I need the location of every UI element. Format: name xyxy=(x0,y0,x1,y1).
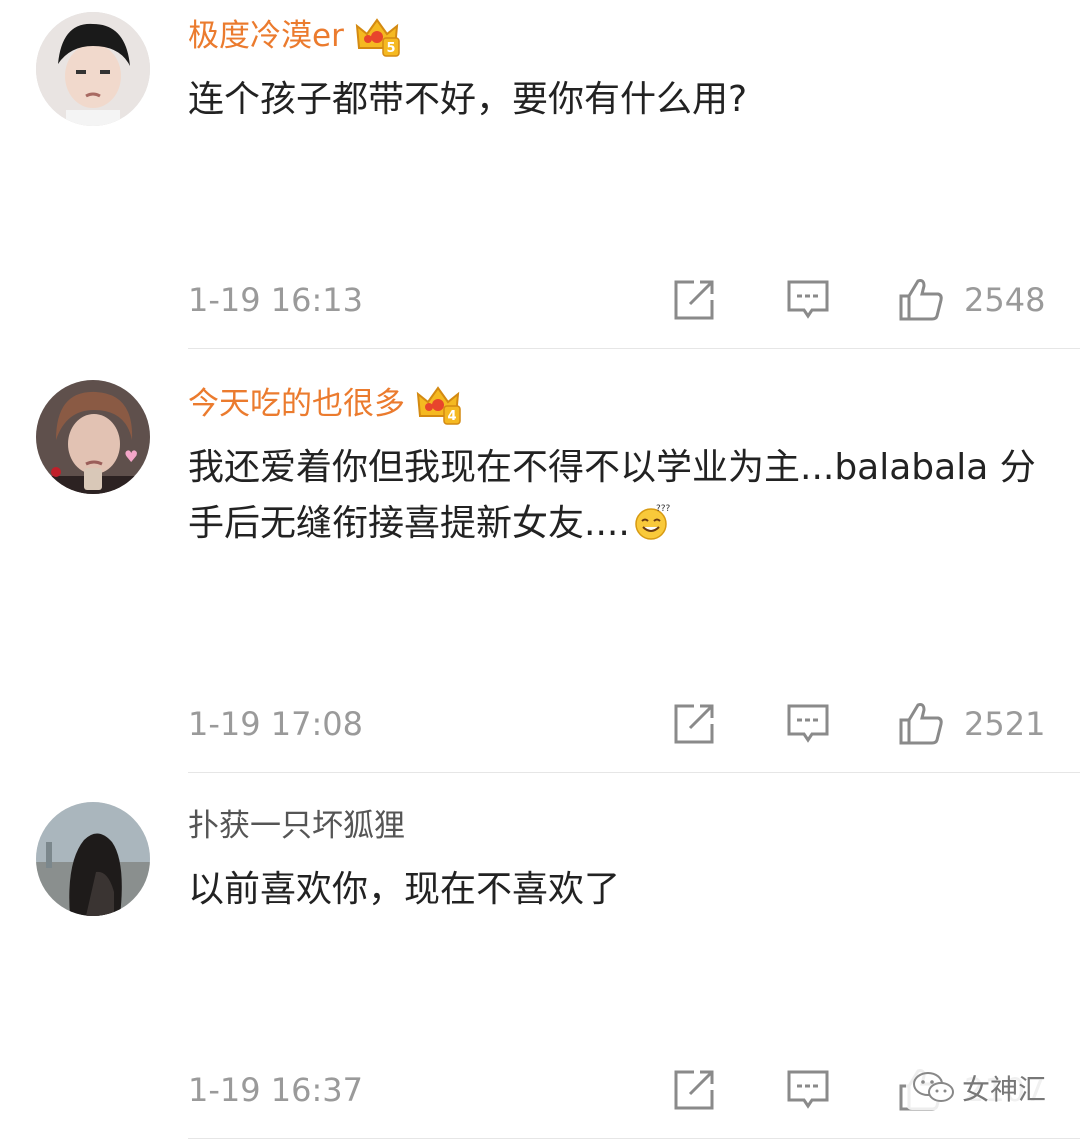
repost-icon[interactable] xyxy=(672,1068,716,1112)
username[interactable]: 今天吃的也很多 4 xyxy=(188,382,461,426)
comment-text: 连个孩子都带不好，要你有什么用? xyxy=(188,79,748,120)
like-icon[interactable] xyxy=(898,700,944,746)
timestamp: 1-19 17:08 xyxy=(188,705,364,743)
wechat-icon xyxy=(913,1072,954,1102)
comment-icon[interactable] xyxy=(786,702,830,746)
username[interactable]: 极度冷漠er 5 xyxy=(188,14,400,58)
comment-text: 我还爱着你但我现在不得不以学业为主...balabala 分手后无缝衔接喜提新女… xyxy=(188,440,1048,552)
timestamp: 1-19 16:13 xyxy=(188,281,364,319)
svg-text:♥: ♥ xyxy=(124,447,138,466)
divider xyxy=(188,348,1080,349)
divider xyxy=(188,1138,1080,1139)
svg-text:4: 4 xyxy=(447,409,456,424)
comment-icon[interactable] xyxy=(786,1068,830,1112)
watermark: 女神汇 xyxy=(906,1066,1053,1110)
svg-text:???: ??? xyxy=(656,504,670,514)
like-icon[interactable] xyxy=(898,276,944,322)
comment-icon[interactable] xyxy=(786,278,830,322)
avatar[interactable] xyxy=(36,802,150,916)
comment-text: 以前喜欢你，现在不喜欢了 xyxy=(188,869,621,910)
divider xyxy=(188,772,1080,773)
crown-vip-icon: 4 xyxy=(416,386,461,425)
username-text[interactable]: 极度冷漠er xyxy=(188,14,344,58)
comment-text-content: 我还爱着你但我现在不得不以学业为主...balabala 分手后无缝衔接喜提新女… xyxy=(188,447,1036,544)
repost-icon[interactable] xyxy=(672,278,716,322)
crown-vip-icon: 5 xyxy=(355,18,400,57)
avatar[interactable] xyxy=(36,12,150,126)
svg-text:5: 5 xyxy=(386,41,395,56)
sweat-smile-emoji: ??? xyxy=(635,504,670,540)
timestamp: 1-19 16:37 xyxy=(188,1071,364,1109)
repost-icon[interactable] xyxy=(672,702,716,746)
watermark-label: 女神汇 xyxy=(962,1073,1047,1106)
avatar[interactable]: ♥ xyxy=(36,380,150,494)
username[interactable]: 扑获一只坏狐狸 xyxy=(188,804,405,848)
like-count: 2521 xyxy=(964,705,1046,743)
like-count: 2548 xyxy=(964,281,1046,319)
username-text[interactable]: 今天吃的也很多 xyxy=(188,382,405,426)
username-text[interactable]: 扑获一只坏狐狸 xyxy=(188,804,405,848)
